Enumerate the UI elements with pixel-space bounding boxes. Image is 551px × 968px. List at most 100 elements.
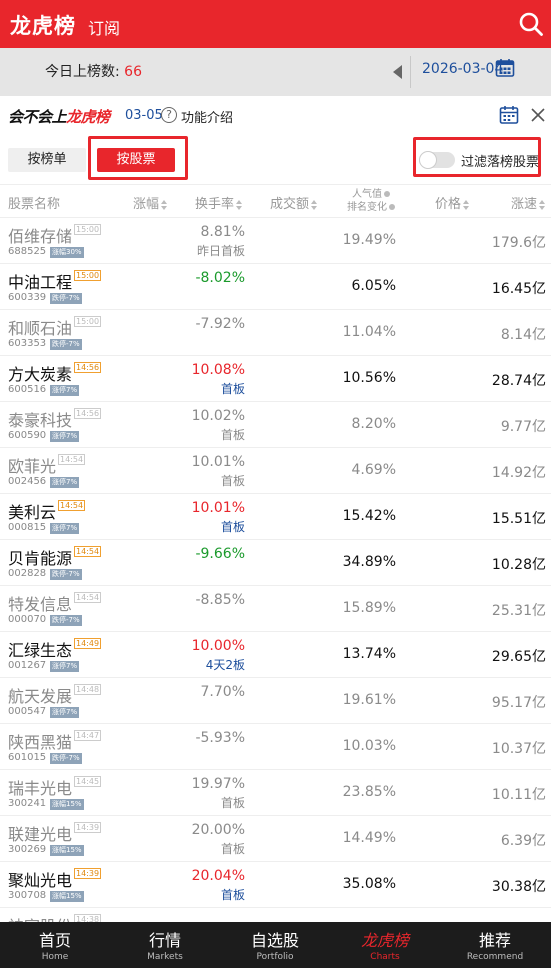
turnover-value: 14.49% — [342, 830, 396, 846]
divider — [410, 56, 411, 88]
change-pct: 19.97% — [191, 776, 245, 792]
table-row[interactable]: 航天发展 14:48 000547 涨停7% 7.70% 19.61% 95.17亿 — [0, 678, 551, 724]
stock-code: 001267 — [8, 660, 47, 671]
table-row[interactable]: 陕西黑猫 14:47 601015 跌停-7% -5.93% 10.03% 10.37亿 — [0, 724, 551, 770]
change-pct: -8.02% — [195, 270, 245, 286]
stock-code: 600339 — [8, 292, 47, 303]
stock-code: 002456 — [8, 476, 47, 487]
board-streak: 首板 — [220, 520, 245, 534]
amount-value: 10.37亿 — [491, 741, 546, 757]
table-row[interactable]: 瑞丰光电 14:45 300241 涨幅15% 19.97% 首板 23.85% 10.11亿 — [0, 770, 551, 816]
amount-value: 179.6亿 — [491, 235, 546, 251]
turnover-value: 34.89% — [342, 554, 396, 570]
listing-time-badge: 14:45 — [74, 776, 102, 787]
turnover-value: 8.20% — [351, 416, 396, 432]
table-row[interactable]: 和顺石油 15:00 603353 跌停-7% -7.92% 11.04% 8.14亿 — [0, 310, 551, 356]
stock-code: 300269 — [8, 844, 47, 855]
amount-value: 6.39亿 — [500, 833, 546, 849]
table-row[interactable]: 汇绿生态 14:49 001267 涨停7% 10.00% 4天2板 13.74% 29.65… — [0, 632, 551, 678]
listing-time-badge: 15:00 — [74, 316, 102, 327]
sort-icon — [236, 199, 243, 210]
stock-name: 瑞丰光电 — [8, 779, 73, 798]
prev-date-arrow-icon[interactable] — [393, 65, 402, 79]
subscribe-link[interactable]: 订阅 — [88, 15, 120, 39]
stock-code: 000070 — [8, 614, 47, 625]
col-popularity[interactable]: 人气值 排名变化 — [345, 188, 397, 214]
amount-value: 10.28亿 — [491, 557, 546, 573]
col-change[interactable]: 涨幅 — [133, 193, 168, 212]
nav-item-charts[interactable]: 龙虎榜 Charts — [330, 922, 440, 968]
close-icon[interactable] — [530, 107, 546, 123]
stock-name: 陕西黑猫 — [8, 733, 73, 752]
nav-item-markets[interactable]: 行情 Markets — [110, 922, 220, 968]
limit-badge: 跌停-7% — [50, 615, 82, 626]
amount-value: 16.45亿 — [491, 281, 546, 297]
listing-time-badge: 14:56 — [74, 408, 102, 419]
board-streak: 首板 — [220, 842, 245, 856]
amount-value: 25.31亿 — [491, 603, 546, 619]
turnover-value: 19.49% — [342, 232, 396, 248]
change-pct: 10.01% — [191, 454, 245, 470]
search-icon[interactable] — [518, 11, 544, 37]
selected-date[interactable]: 2026-03-04 — [422, 61, 503, 77]
stock-name: 中油工程 — [8, 273, 73, 292]
limit-badge: 涨停7% — [50, 523, 80, 534]
stock-code: 002828 — [8, 568, 47, 579]
table-row[interactable]: 贝肯能源 14:54 002828 跌停-7% -9.66% 34.89% 10.28亿 — [0, 540, 551, 586]
amount-value: 30.38亿 — [491, 879, 546, 895]
col-price[interactable]: 价格 — [435, 193, 470, 212]
table-row[interactable]: 聚灿光电 14:39 300708 涨幅15% 20.04% 首板 35.08% 30.38亿 — [0, 862, 551, 908]
nav-sublabel: Markets — [147, 952, 183, 962]
stock-code: 688525 — [8, 246, 47, 257]
change-pct: 8.81% — [200, 224, 245, 240]
listing-time-badge: 14:49 — [74, 638, 102, 649]
col-turnover[interactable]: 换手率 — [195, 193, 243, 212]
by-list-tab[interactable]: 按榜单 — [8, 148, 86, 172]
calendar-icon[interactable] — [499, 105, 519, 125]
limit-badge: 跌停-7% — [50, 753, 82, 764]
table-row[interactable]: 联建光电 14:39 300269 涨幅15% 20.00% 首板 14.49% 6.39亿 — [0, 816, 551, 862]
stock-name: 佰维存储 — [8, 227, 73, 246]
limit-badge: 跌停-7% — [50, 569, 82, 580]
limit-badge: 涨幅15% — [50, 799, 84, 810]
feature-logo-highlight: 龙虎榜 — [66, 108, 110, 126]
nav-label: 推荐 — [478, 931, 511, 950]
table-row[interactable]: 欧菲光 14:54 002456 涨停7% 10.01% 首板 4.69% 14.92亿 — [0, 448, 551, 494]
stock-name: 美利云 — [8, 503, 57, 522]
nav-sublabel: Home — [41, 952, 69, 962]
nav-item-portfolio[interactable]: 自选股 Portfolio — [220, 922, 330, 968]
listing-time-badge: 15:00 — [74, 270, 102, 281]
table-row[interactable]: 泰豪科技 14:56 600590 涨停7% 10.02% 首板 8.20% 9.77亿 — [0, 402, 551, 448]
board-streak: 首板 — [220, 474, 245, 488]
board-streak: 昨日首板 — [196, 244, 245, 258]
stock-name: 航天发展 — [8, 687, 73, 706]
table-row[interactable]: 方大炭素 14:56 600516 涨停7% 10.08% 首板 10.56% 28.74亿 — [0, 356, 551, 402]
nav-item-home[interactable]: 首页 Home — [0, 922, 110, 968]
calendar-icon[interactable] — [495, 58, 515, 78]
feature-intro-link[interactable]: 功能介绍 — [181, 107, 233, 126]
turnover-value: 15.89% — [342, 600, 396, 616]
amount-value: 8.14亿 — [500, 327, 546, 343]
stock-name: 汇绿生态 — [8, 641, 73, 660]
amount-value: 95.17亿 — [491, 695, 546, 711]
col-popularity-line2: 排名变化 — [347, 202, 387, 213]
top-app-bar: 龙虎榜 订阅 — [0, 0, 551, 48]
turnover-value: 35.08% — [342, 876, 396, 892]
table-row[interactable]: 佰维存储 15:00 688525 涨幅30% 8.81% 昨日首板 19.49% 179.6… — [0, 218, 551, 264]
col-speed[interactable]: 涨速 — [511, 193, 546, 212]
amount-value: 9.77亿 — [500, 419, 546, 435]
change-pct: -5.93% — [195, 730, 245, 746]
turnover-value: 15.42% — [342, 508, 396, 524]
listing-time-badge: 14:54 — [58, 454, 86, 465]
nav-item-recommend[interactable]: 推荐 Recommend — [440, 922, 550, 968]
help-icon[interactable]: ? — [161, 107, 177, 123]
table-row[interactable]: 中油工程 15:00 600339 跌停-7% -8.02% 6.05% 16.45亿 — [0, 264, 551, 310]
table-row[interactable]: 美利云 14:54 000815 涨停7% 10.01% 首板 15.42% 15.51亿 — [0, 494, 551, 540]
col-volume[interactable]: 成交额 — [270, 193, 318, 212]
listing-time-badge: 14:38 — [74, 914, 102, 922]
table-row[interactable]: 神宇股份14:38300563 — [0, 908, 551, 922]
table-row[interactable]: 特发信息 14:54 000070 跌停-7% -8.85% 15.89% 25.31亿 — [0, 586, 551, 632]
table-header: 股票名称 涨幅 换手率 成交额 人气值 排名变化 价格 涨速 — [0, 184, 551, 218]
limit-badge: 涨停7% — [50, 385, 80, 396]
listing-time-badge: 14:48 — [74, 684, 102, 695]
